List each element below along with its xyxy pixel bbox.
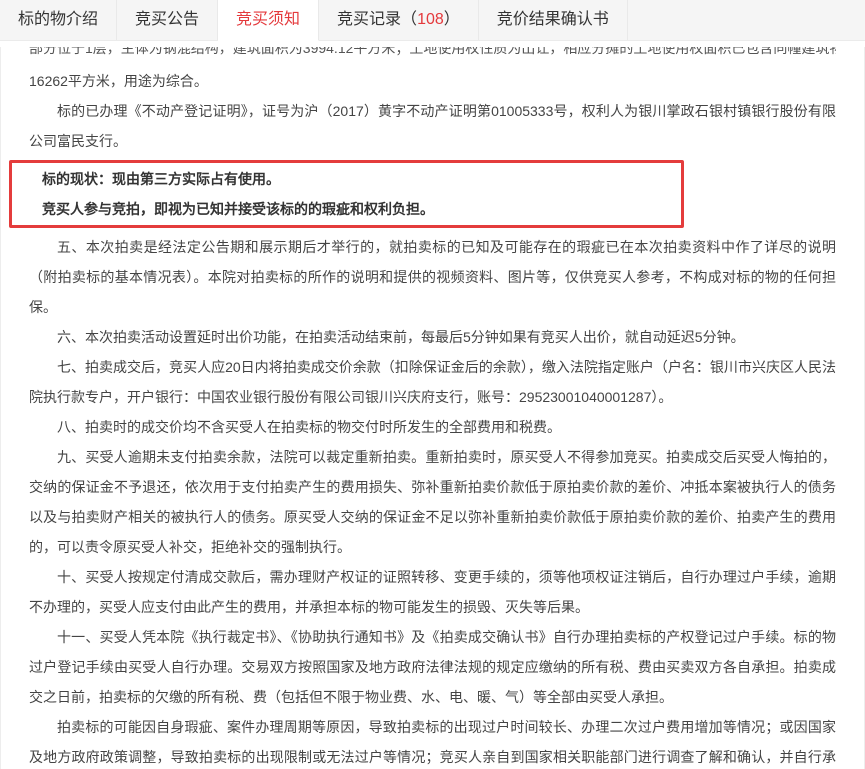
notice-paragraph: 九、买受人逾期未支付拍卖余款，法院可以裁定重新拍卖。重新拍卖时，原买受人不得参加… (29, 442, 836, 562)
notice-paragraph: 十一、买受人凭本院《执行裁定书》、《协助执行通知书》及《拍卖成交确认书》自行办理… (29, 622, 836, 712)
tab-result-confirmation[interactable]: 竞价结果确认书 (479, 0, 628, 40)
notice-paragraph: 拍卖标的可能因自身瑕疵、案件办理周期等原因，导致拍卖标的出现过户时间较长、办理二… (29, 712, 836, 769)
highlighted-notice-box: 标的现状：现由第三方实际占有使用。竞买人参与竞拍，即视为已知并接受该标的的瑕疵和… (9, 160, 684, 228)
highlighted-notice-line: 标的现状：现由第三方实际占有使用。 (42, 164, 671, 194)
tab-bidding-records[interactable]: 竞买记录（108） (319, 0, 479, 40)
highlighted-notice-line: 竞买人参与竞拍，即视为已知并接受该标的的瑕疵和权利负担。 (42, 194, 671, 224)
clipped-text: 部分位于1层，主体为钢混结构，建筑面积为3994.12平方米；土地使用权性质为出… (29, 47, 836, 57)
notice-paragraph: 标的已办理《不动产登记证明》，证号为沪（2017）黄字不动产证明第0100533… (29, 96, 836, 156)
notice-paragraph: 十、买受人按规定付清成交款后，需办理财产权证的证照转移、变更手续的，须等他项权证… (29, 562, 836, 622)
tab-bidding-records-count: 108 (417, 11, 444, 28)
clipped-scrolled-text-line: 部分位于1层，主体为钢混结构，建筑面积为3994.12平方米；土地使用权性质为出… (29, 47, 836, 57)
tab-item-introduction[interactable]: 标的物介绍 (0, 0, 117, 40)
notice-paragraph: 七、拍卖成交后，竞买人应20日内将拍卖成交价余款（扣除保证金后的余款），缴入法院… (29, 352, 836, 412)
tab-bidding-records-label-post: ） (444, 11, 460, 28)
tab-bar: 标的物介绍 竞买公告 竞买须知 竞买记录（108） 竞价结果确认书 (0, 0, 865, 41)
notice-paragraph: 六、本次拍卖活动设置延时出价功能，在拍卖活动结束前，每最后5分钟如果有竞买人出价… (29, 322, 836, 352)
notice-body: 部分位于1层，主体为钢混结构，建筑面积为3994.12平方米；土地使用权性质为出… (0, 47, 865, 769)
tab-bidding-notice[interactable]: 竞买须知 (218, 0, 319, 41)
notice-paragraph: 16262平方米，用途为综合。 (29, 66, 836, 96)
auction-notice-page: 标的物介绍 竞买公告 竞买须知 竞买记录（108） 竞价结果确认书 部分位于1层… (0, 0, 865, 769)
tab-announcement[interactable]: 竞买公告 (117, 0, 218, 40)
notice-paragraph: 八、拍卖时的成交价均不含买受人在拍卖标的物交付时所发生的全部费用和税费。 (29, 412, 836, 442)
notice-paragraph: 五、本次拍卖是经法定公告期和展示期后才举行的，就拍卖标的已知及可能存在的瑕疵已在… (29, 232, 836, 322)
tab-bidding-records-label-pre: 竞买记录（ (337, 11, 417, 28)
